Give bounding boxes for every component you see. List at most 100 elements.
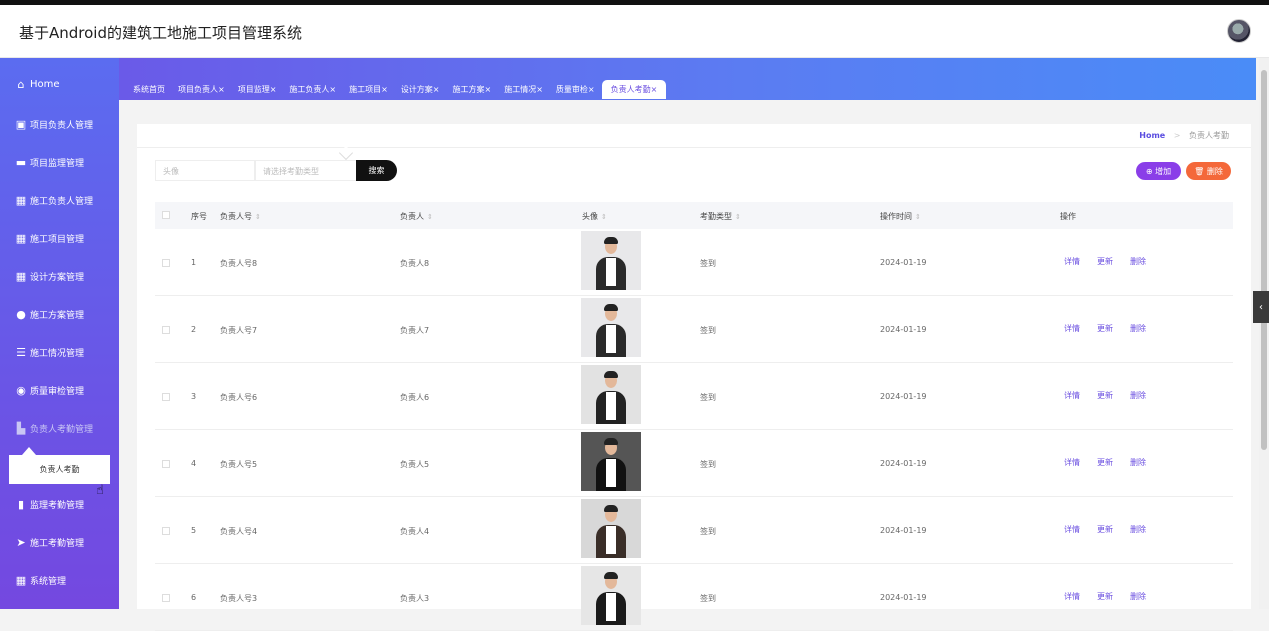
update-link[interactable]: 更新 [1097,390,1113,401]
row-checkbox[interactable] [162,393,170,401]
detail-link[interactable]: 详情 [1064,524,1080,535]
sidebar-item-2[interactable]: ▬ 项目监理管理 [0,144,119,180]
update-link[interactable]: 更新 [1097,591,1113,602]
tab-5[interactable]: 设计方案× [395,80,446,99]
cell-manager: 负责人3 [400,594,430,603]
detail-link[interactable]: 详情 [1064,390,1080,401]
photo-hair [604,505,618,512]
detail-link[interactable]: 详情 [1064,591,1080,602]
sort-icon: ⇕ [735,213,741,221]
avatar-photo [581,365,641,424]
photo-shirt [606,459,616,487]
delete-link[interactable]: 删除 [1130,256,1146,267]
delete-link[interactable]: 删除 [1130,323,1146,334]
tab-7[interactable]: 施工情况× [498,80,549,99]
header-operation-time[interactable]: 操作时间 ⇕ [880,211,921,222]
delete-link[interactable]: 删除 [1130,591,1146,602]
sidebar-item-5[interactable]: ▦ 设计方案管理 [0,258,119,294]
select-dropdown-indicator [338,145,354,161]
sidebar-item-11[interactable]: ➤ 施工考勤管理 [0,524,119,560]
sidebar-item-6[interactable]: ● 施工方案管理 [0,296,119,332]
tab-9[interactable]: 负责人考勤× [601,80,667,99]
select-all-checkbox[interactable] [162,211,170,219]
header-actions: 操作 [1060,212,1076,221]
avatar-photo [581,566,641,625]
update-link[interactable]: 更新 [1097,323,1113,334]
cell-manager-id: 负责人号6 [220,393,258,402]
tab-8[interactable]: 质量审检× [550,80,601,99]
grid-icon: ▦ [15,573,27,587]
delete-link[interactable]: 删除 [1130,390,1146,401]
search-button[interactable]: 搜索 [356,160,397,181]
update-link[interactable]: 更新 [1097,524,1113,535]
attendance-type-select[interactable]: 请选择考勤类型 [255,160,357,181]
grid-icon: ▦ [15,269,27,283]
sidebar-item-0[interactable]: ⌂ Home [0,66,119,102]
row-checkbox[interactable] [162,259,170,267]
breadcrumb-home[interactable]: Home [1139,131,1165,140]
row-checkbox[interactable] [162,527,170,535]
table-row: 3 负责人号6 负责人6 签到 2024-01-19 详情 更新 删除 [155,363,1233,430]
collapse-handle-chevron-icon[interactable]: ‹ [1253,291,1269,323]
sidebar-item-label: 设计方案管理 [30,272,85,283]
sidebar-item-3[interactable]: ▦ 施工负责人管理 [0,182,119,218]
cell-manager: 负责人8 [400,259,430,268]
submenu-item-attendance[interactable]: 负责人考勤 [9,455,110,484]
cell-manager: 负责人5 [400,460,430,469]
user-avatar[interactable] [1227,19,1251,43]
cell-manager-id: 负责人号5 [220,460,258,469]
cell-operation-time: 2024-01-19 [880,526,927,535]
sidebar-item-7[interactable]: ☰ 施工情况管理 [0,334,119,370]
lightbulb-icon: ◉ [16,383,26,397]
building-icon: ▙ [16,421,26,435]
row-checkbox[interactable] [162,460,170,468]
grid-icon: ▦ [15,231,27,245]
breadcrumb: Home > 负责人考勤 [1139,130,1229,141]
detail-link[interactable]: 详情 [1064,256,1080,267]
header-manager[interactable]: 负责人 ⇕ [400,211,433,222]
sidebar-item-label: 施工情况管理 [30,348,85,359]
header-avatar[interactable]: 头像 ⇕ [582,211,607,222]
photo-hair [604,438,618,445]
tab-6[interactable]: 施工方案× [447,80,498,99]
home-icon: ⌂ [17,77,25,91]
cell-manager: 负责人6 [400,393,430,402]
header-label: 考勤类型 [700,212,732,221]
tab-2[interactable]: 项目监理× [232,80,283,99]
photo-hair [604,304,618,311]
header-manager-id[interactable]: 负责人号 ⇕ [220,211,261,222]
sidebar-item-label: 施工项目管理 [30,234,85,245]
sidebar-item-9[interactable]: ▙ 负责人考勤管理 [0,410,119,446]
sidebar-item-label: 施工负责人管理 [30,196,94,207]
detail-link[interactable]: 详情 [1064,323,1080,334]
update-link[interactable]: 更新 [1097,256,1113,267]
sidebar-item-label: 质量审检管理 [30,386,85,397]
delete-link[interactable]: 删除 [1130,524,1146,535]
sidebar-item-12[interactable]: ▦ 系统管理 [0,562,119,598]
app-title: 基于Android的建筑工地施工项目管理系统 [19,24,302,42]
avatar-photo [581,499,641,558]
tab-4[interactable]: 施工项目× [343,80,394,99]
cell-attendance-type: 签到 [700,594,716,603]
tab-3[interactable]: 施工负责人× [283,80,342,99]
sidebar-item-1[interactable]: ▣ 项目负责人管理 [0,106,119,142]
avatar-search-input[interactable]: 头像 [155,160,255,181]
scrollbar-thumb[interactable] [1261,70,1267,450]
sidebar-item-8[interactable]: ◉ 质量审检管理 [0,372,119,408]
header-label: 负责人号 [220,212,252,221]
add-button[interactable]: ⊕ 增加 [1136,162,1181,180]
cell-attendance-type: 签到 [700,527,716,536]
tab-1[interactable]: 项目负责人× [172,80,231,99]
header-attendance-type[interactable]: 考勤类型 ⇕ [700,211,741,222]
cell-attendance-type: 签到 [700,326,716,335]
table-row: 5 负责人号4 负责人4 签到 2024-01-19 详情 更新 删除 [155,497,1233,564]
delete-button[interactable]: 🗑 删除 [1186,162,1231,180]
tab-0[interactable]: 系统首页 [127,80,171,99]
delete-link[interactable]: 删除 [1130,457,1146,468]
row-checkbox[interactable] [162,594,170,602]
row-checkbox[interactable] [162,326,170,334]
update-link[interactable]: 更新 [1097,457,1113,468]
detail-link[interactable]: 详情 [1064,457,1080,468]
sidebar-item-4[interactable]: ▦ 施工项目管理 [0,220,119,256]
breadcrumb-current: 负责人考勤 [1189,131,1229,140]
